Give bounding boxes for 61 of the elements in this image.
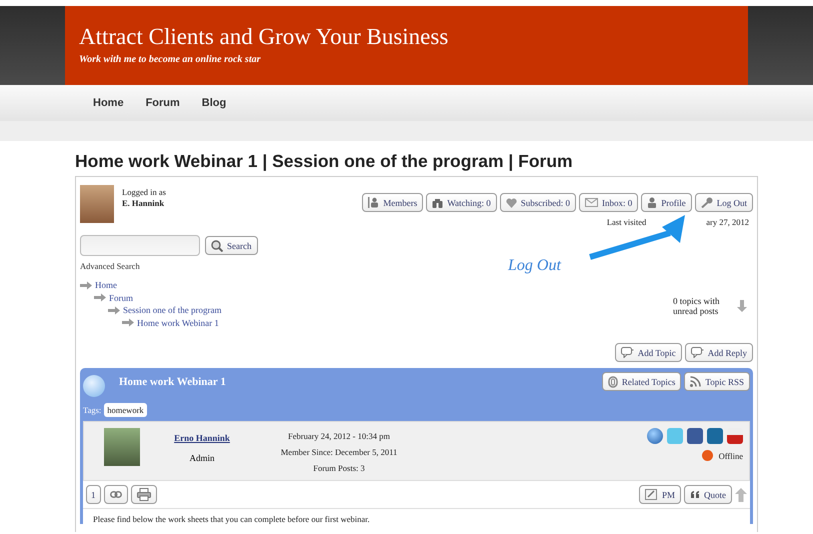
breadcrumb-link[interactable]: Session one of the program — [123, 305, 222, 316]
breadcrumb-link[interactable]: Home work Webinar 1 — [137, 318, 219, 328]
member-since: Member Since: December 5, 2011 — [280, 447, 398, 457]
breadcrumb-link[interactable]: Home — [95, 280, 117, 290]
user-menu-button[interactable]: Log Out — [694, 193, 753, 212]
user-menu-button[interactable]: Members — [362, 193, 424, 212]
site-tagline: Work with me to become an online rock star — [79, 54, 262, 65]
globe-icon[interactable] — [647, 428, 663, 444]
post-body-text: Please find below the work sheets that you can complete before our first webinar. — [83, 509, 750, 524]
advanced-search-link[interactable]: Advanced Search — [80, 261, 140, 271]
user-menu-button[interactable]: Watching: 0 — [426, 193, 497, 212]
topic-action-button[interactable]: Add Topic — [614, 343, 682, 362]
topic-action-button[interactable]: Add Reply — [684, 343, 753, 362]
author-role: Admin — [189, 453, 214, 463]
social-icon[interactable] — [687, 428, 703, 444]
people-icon — [368, 197, 380, 208]
key-icon — [700, 197, 713, 208]
post-action-button[interactable]: Quote — [684, 485, 732, 504]
nav-link[interactable]: Home — [93, 97, 124, 109]
print-button[interactable] — [130, 485, 156, 504]
nav-link[interactable]: Blog — [202, 97, 226, 109]
search-icon — [211, 240, 223, 252]
tag[interactable]: homework — [104, 403, 147, 417]
post-action-button[interactable]: PM — [638, 485, 681, 504]
social-icon[interactable] — [707, 428, 723, 444]
envelope-icon — [585, 198, 598, 207]
printer-icon — [136, 488, 150, 501]
last-visited-text: Last visited — [606, 217, 646, 227]
author-link[interactable]: Erno Hannink — [174, 433, 230, 443]
annotation-label: Log Out — [508, 257, 561, 275]
note-pencil-icon — [644, 489, 658, 500]
topic-button[interactable]: Related Topics — [602, 372, 682, 391]
rss-icon — [690, 376, 702, 387]
logged-in-label: Logged in as — [122, 187, 166, 197]
page-title: Home work Webinar 1 | Session one of the program | Forum — [75, 151, 574, 172]
user-name: E. Hannink — [122, 198, 166, 209]
user-avatar-photo — [80, 185, 114, 223]
forum-posts: Forum Posts: 3 — [313, 463, 365, 473]
user-menu-button[interactable]: Inbox: 0 — [579, 193, 638, 212]
author-photo — [104, 428, 140, 466]
paperclip-icon — [608, 376, 618, 388]
chain-link-icon — [110, 491, 122, 498]
person-icon — [647, 197, 658, 208]
post-number-button[interactable]: 1 — [86, 485, 100, 504]
permalink-button[interactable] — [104, 485, 128, 504]
search-button[interactable]: Search — [205, 236, 258, 255]
post-date: February 24, 2012 - 10:34 pm — [288, 431, 390, 441]
user-menu-button[interactable]: Profile — [641, 193, 692, 212]
last-visited-text: ary 27, 2012 — [706, 217, 749, 227]
breadcrumb-link[interactable]: Forum — [109, 292, 134, 303]
heart-icon — [506, 198, 517, 208]
tags-label: Tags: — [83, 405, 102, 415]
search-field[interactable] — [80, 235, 200, 256]
topic-button[interactable]: Topic RSS — [684, 372, 750, 391]
nav-link[interactable]: Forum — [146, 97, 180, 109]
site-title[interactable]: Attract Clients and Grow Your Business — [79, 24, 734, 50]
status-text: Offline — [718, 450, 743, 460]
unread-topics-text: 0 topics with unread posts — [673, 296, 720, 316]
topic-title: Home work Webinar 1 — [119, 376, 226, 388]
user-menu-button[interactable]: Subscribed: 0 — [500, 193, 576, 212]
quote-mark-icon — [690, 491, 700, 498]
